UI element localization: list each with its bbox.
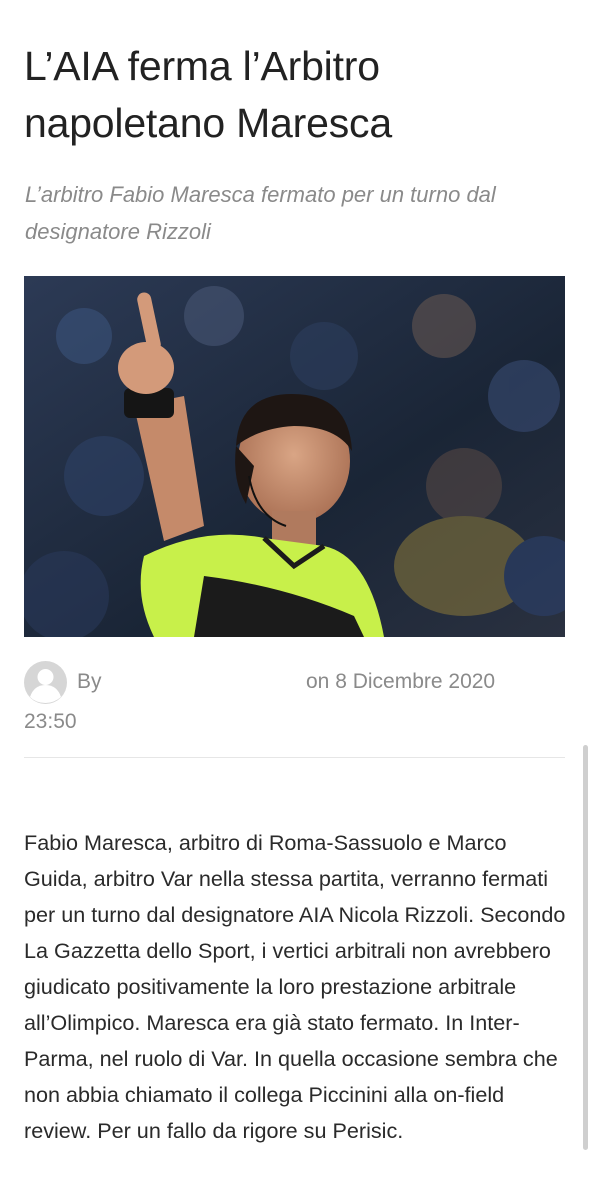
article-body: Fabio Maresca, arbitro di Roma-Sassuolo … <box>24 830 566 1143</box>
article-title: L’AIA ferma l’Arbitro napoletano Maresca <box>24 43 392 146</box>
publish-date: on 8 Dicembre 2020 <box>306 670 496 693</box>
scrollbar[interactable] <box>583 745 588 1150</box>
publish-time: 23:50 <box>24 710 77 733</box>
referee-photo <box>24 276 565 637</box>
article-subtitle: L’arbitro Fabio Maresca fermato per un t… <box>25 182 496 244</box>
hero-image <box>24 276 565 637</box>
meta-divider <box>24 757 565 758</box>
article: L’AIA ferma l’Arbitro napoletano Maresca… <box>0 0 590 1200</box>
user-avatar-icon[interactable] <box>24 661 67 704</box>
author-by-label: By <box>77 670 102 693</box>
